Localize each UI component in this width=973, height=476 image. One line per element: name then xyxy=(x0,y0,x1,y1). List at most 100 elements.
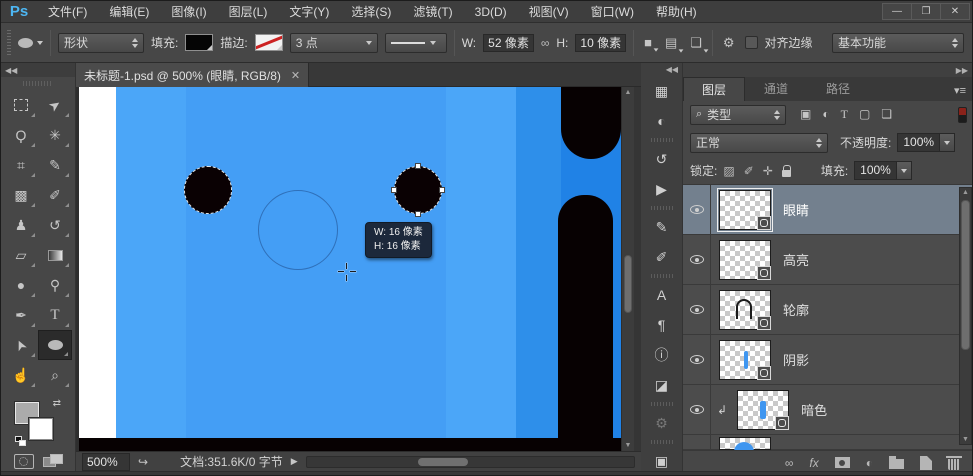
tool-presets-panel-button[interactable]: ✎ xyxy=(641,212,682,242)
properties-panel-button[interactable]: ◪ xyxy=(641,370,682,400)
visibility-toggle[interactable] xyxy=(683,235,711,284)
history-panel-button[interactable]: ↺ xyxy=(641,144,682,174)
maximize-button[interactable]: ❐ xyxy=(911,3,941,20)
screen-mode-button[interactable] xyxy=(43,454,63,469)
menu-window[interactable]: 窗口(W) xyxy=(580,1,645,23)
link-layers-icon[interactable]: ∞ xyxy=(785,456,794,470)
vertical-scroll-thumb[interactable] xyxy=(624,255,632,313)
layer-thumbnail[interactable] xyxy=(719,290,771,330)
layer-name[interactable]: 暗色 xyxy=(801,400,827,419)
lock-all-icon[interactable] xyxy=(782,170,791,177)
menu-layer[interactable]: 图层(L) xyxy=(218,1,279,23)
color-panel-button[interactable]: ◐ xyxy=(641,106,682,136)
layer-row-eyes[interactable]: 眼睛 xyxy=(683,185,973,235)
fill-value[interactable]: 100% xyxy=(854,161,897,180)
zoom-tool[interactable]: ⌕ xyxy=(38,360,72,390)
layer-name[interactable]: 轮廓 xyxy=(783,300,809,319)
character-panel-button[interactable]: A xyxy=(641,280,682,310)
scroll-up-icon[interactable]: ▲ xyxy=(960,189,971,196)
stroke-width-select[interactable]: 3 点 xyxy=(290,33,378,53)
filter-adjustment-layers-icon[interactable]: ◐ xyxy=(822,107,829,122)
tools-collapse-button[interactable]: ◀◀ xyxy=(1,63,75,77)
magic-wand-tool[interactable]: ✳ xyxy=(38,120,72,150)
geometry-options-button[interactable]: ⚙ xyxy=(720,33,738,53)
stroke-type-select[interactable] xyxy=(385,33,447,53)
layers-scrollbar[interactable]: ▲ ▼ xyxy=(959,187,972,445)
move-tool[interactable]: ➤ xyxy=(38,90,72,120)
layer-thumbnail[interactable] xyxy=(719,437,771,450)
layers-scroll-thumb[interactable] xyxy=(961,200,970,350)
transform-handle-bottom[interactable] xyxy=(415,211,421,217)
dodge-tool[interactable]: ⚲ xyxy=(38,270,72,300)
tab-paths[interactable]: 路径 xyxy=(807,77,869,101)
canvas-viewport[interactable]: W: 16 像素 H: 16 像素 ▲ ▼ xyxy=(76,87,641,451)
path-arrange-button[interactable]: ❏ xyxy=(687,33,705,53)
blend-mode-select[interactable]: 正常 xyxy=(690,133,828,153)
fill-control[interactable]: 100% xyxy=(854,161,912,180)
menu-select[interactable]: 选择(S) xyxy=(340,1,402,23)
tool-mode-select[interactable]: 形状 xyxy=(58,33,144,53)
filter-smart-objects-icon[interactable]: ❏ xyxy=(881,107,892,122)
layer-row-shadow[interactable]: 阴影 xyxy=(683,335,973,385)
status-menu-arrow-icon[interactable]: ▶ xyxy=(291,456,298,467)
tools-grip[interactable] xyxy=(23,81,53,86)
transform-handle-top[interactable] xyxy=(415,163,421,169)
brush-tool[interactable]: ✐ xyxy=(38,180,72,210)
filter-pixel-layers-icon[interactable]: ▣ xyxy=(800,107,811,122)
opacity-control[interactable]: 100% xyxy=(897,133,955,152)
menu-type[interactable]: 文字(Y) xyxy=(278,1,340,23)
menu-file[interactable]: 文件(F) xyxy=(37,1,98,23)
scroll-down-icon[interactable]: ▼ xyxy=(960,436,971,443)
menu-filter[interactable]: 滤镜(T) xyxy=(402,1,463,23)
dock-grip[interactable] xyxy=(641,438,682,446)
transform-handle-right[interactable] xyxy=(439,187,445,193)
filter-kind-select[interactable]: ⌕ 类型 xyxy=(690,105,786,125)
canvas-horizontal-scrollbar[interactable] xyxy=(306,456,635,468)
clone-stamp-tool[interactable]: ♟ xyxy=(4,210,38,240)
crop-tool[interactable]: ⌗ xyxy=(4,150,38,180)
fill-swatch[interactable] xyxy=(185,34,213,51)
tool-preset-picker[interactable] xyxy=(18,38,43,48)
paragraph-panel-button[interactable]: ¶ xyxy=(641,310,682,340)
rectangular-marquee-tool[interactable] xyxy=(4,90,38,120)
horizontal-scroll-thumb[interactable] xyxy=(418,458,468,466)
scroll-down-icon[interactable]: ▼ xyxy=(622,442,634,449)
filter-toggle-switch[interactable] xyxy=(958,107,967,123)
quick-mask-button[interactable] xyxy=(14,454,34,469)
lasso-tool[interactable]: Ϙ xyxy=(4,120,38,150)
swap-colors-icon[interactable]: ⇄ xyxy=(53,398,61,409)
canvas-vertical-scrollbar[interactable]: ▲ ▼ xyxy=(621,87,634,451)
lock-transparency-icon[interactable]: ▨ xyxy=(723,164,734,178)
add-mask-icon[interactable] xyxy=(835,457,850,468)
ellipse-tool[interactable] xyxy=(38,330,72,360)
eyedropper-tool[interactable]: ✎ xyxy=(38,150,72,180)
transform-handle-left[interactable] xyxy=(391,187,397,193)
info-panel-button[interactable]: ⓘ xyxy=(641,340,682,370)
layer-thumbnail[interactable] xyxy=(719,240,771,280)
panel-menu-icon[interactable]: ▾≡ xyxy=(946,80,973,101)
healing-brush-tool[interactable]: ▩ xyxy=(4,180,38,210)
layer-name[interactable]: 阴影 xyxy=(783,350,809,369)
pen-tool[interactable]: ✒ xyxy=(4,300,38,330)
new-group-icon[interactable] xyxy=(889,459,904,469)
background-color-swatch[interactable] xyxy=(29,418,53,440)
options-grip[interactable] xyxy=(7,30,11,56)
history-brush-tool[interactable]: ↺ xyxy=(38,210,72,240)
scroll-up-icon[interactable]: ▲ xyxy=(622,89,634,96)
menu-edit[interactable]: 编辑(E) xyxy=(98,1,160,23)
layer-row-highlight[interactable]: 高亮 xyxy=(683,235,973,285)
gradient-tool[interactable] xyxy=(38,240,72,270)
eraser-tool[interactable]: ▱ xyxy=(4,240,38,270)
lock-pixels-icon[interactable]: ✐ xyxy=(744,164,754,178)
dock-collapse-button[interactable]: ◀◀ xyxy=(641,63,682,76)
panel-expand-button[interactable]: ▶▶ xyxy=(683,63,973,77)
default-colors-icon[interactable] xyxy=(15,436,27,446)
layer-row-partial[interactable] xyxy=(683,435,973,450)
visibility-toggle[interactable] xyxy=(683,285,711,334)
document-tab[interactable]: 未标题-1.psd @ 500% (眼睛, RGB/8) ✕ xyxy=(76,63,309,87)
layer-name[interactable]: 眼睛 xyxy=(783,200,809,219)
adjustment-layer-icon[interactable]: ◐ xyxy=(866,456,873,470)
delete-layer-icon[interactable] xyxy=(948,459,960,470)
hand-tool[interactable]: ☝ xyxy=(4,360,38,390)
layer-style-icon[interactable]: fx xyxy=(809,456,818,470)
